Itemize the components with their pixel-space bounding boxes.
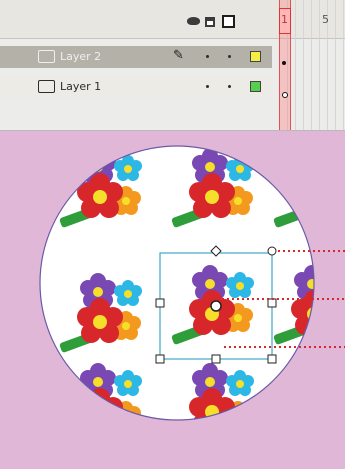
layer-icon bbox=[38, 50, 55, 63]
layer-name[interactable]: Layer 2 bbox=[60, 50, 101, 63]
lock-icon[interactable] bbox=[205, 17, 215, 27]
lock-toggle[interactable] bbox=[228, 85, 231, 88]
pencil-icon: ✎ bbox=[173, 48, 184, 63]
layer-icon bbox=[38, 80, 55, 93]
frame-number-5: 5 bbox=[322, 13, 329, 26]
outline-icon[interactable] bbox=[222, 15, 235, 28]
stage-artwork bbox=[39, 145, 345, 421]
stage-canvas[interactable] bbox=[0, 131, 345, 469]
lock-toggle[interactable] bbox=[228, 55, 231, 58]
layer-row-layer-2[interactable]: Layer 2 ✎ bbox=[0, 46, 272, 68]
timeline-panel: 1 5 Layer 2 ✎ Layer 1 bbox=[0, 0, 345, 131]
visibility-toggle[interactable] bbox=[206, 55, 209, 58]
layer-color-swatch[interactable] bbox=[250, 81, 261, 92]
layer-name[interactable]: Layer 1 bbox=[60, 80, 101, 93]
keyframe-marker[interactable] bbox=[282, 61, 286, 65]
keyframe-marker[interactable] bbox=[282, 92, 288, 98]
visibility-toggle[interactable] bbox=[206, 85, 209, 88]
layer-color-swatch[interactable] bbox=[250, 51, 261, 62]
eye-icon[interactable] bbox=[187, 17, 200, 25]
frame-number-1: 1 bbox=[281, 13, 288, 26]
flower-pattern bbox=[58, 148, 314, 420]
layer-row-layer-1[interactable]: Layer 1 bbox=[0, 76, 272, 98]
